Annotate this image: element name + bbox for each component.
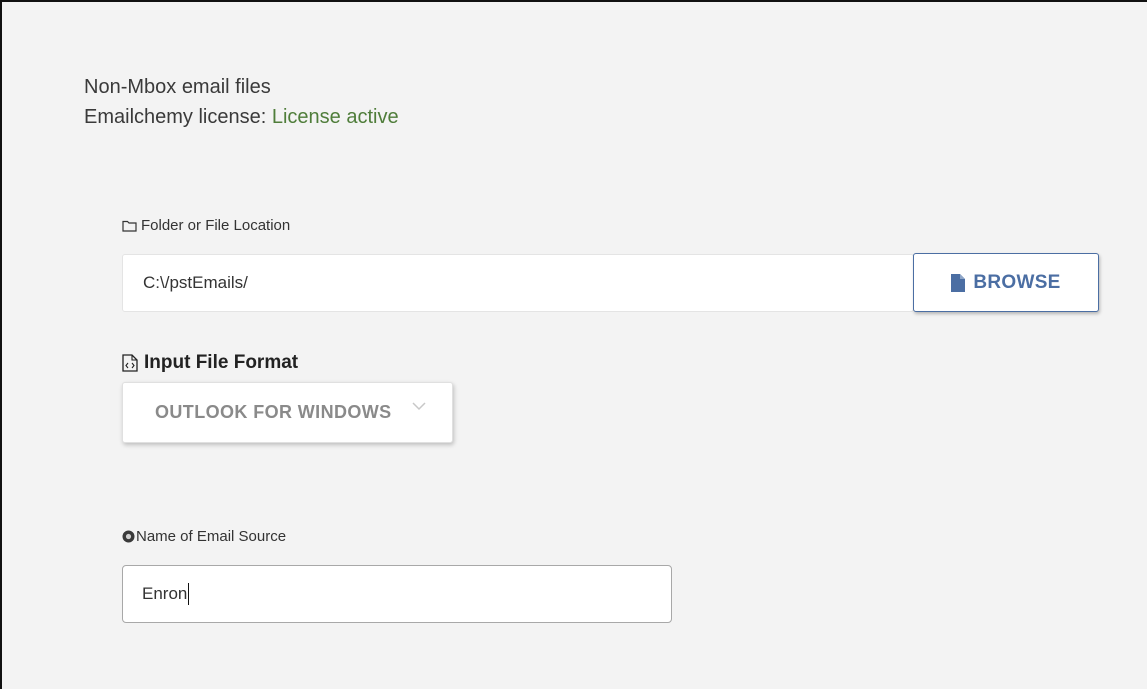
input-format-label: Input File Format (122, 352, 298, 374)
file-icon (951, 273, 966, 292)
code-file-icon (122, 354, 138, 372)
folder-location-input[interactable] (122, 254, 914, 312)
input-format-label-text: Input File Format (144, 352, 299, 373)
input-format-select[interactable]: OUTLOOK FOR WINDOWS (122, 382, 453, 443)
page-heading: Non-Mbox email files Emailchemy license:… (84, 72, 399, 132)
email-source-value: Enron (142, 584, 188, 603)
browse-button-label: BROWSE (973, 271, 1061, 293)
folder-location-label-text: Folder or File Location (141, 217, 291, 234)
input-format-selected: OUTLOOK FOR WINDOWS (155, 402, 392, 422)
license-line: Emailchemy license: License active (84, 102, 399, 132)
email-source-label: Name of Email Source (122, 528, 286, 545)
email-source-input[interactable]: Enron (122, 565, 672, 623)
folder-icon (122, 220, 137, 232)
text-cursor (188, 583, 190, 605)
page-title: Non-Mbox email files (84, 76, 271, 98)
info-circle-icon (122, 530, 135, 543)
chevron-down-icon (412, 402, 426, 411)
license-label: Emailchemy license: (84, 106, 272, 128)
browse-button[interactable]: BROWSE (913, 253, 1099, 312)
license-status: License active (271, 106, 399, 128)
folder-location-label: Folder or File Location (122, 217, 290, 234)
app-frame: Non-Mbox email files Emailchemy license:… (0, 0, 1147, 689)
email-source-label-text: Name of Email Source (136, 528, 287, 545)
